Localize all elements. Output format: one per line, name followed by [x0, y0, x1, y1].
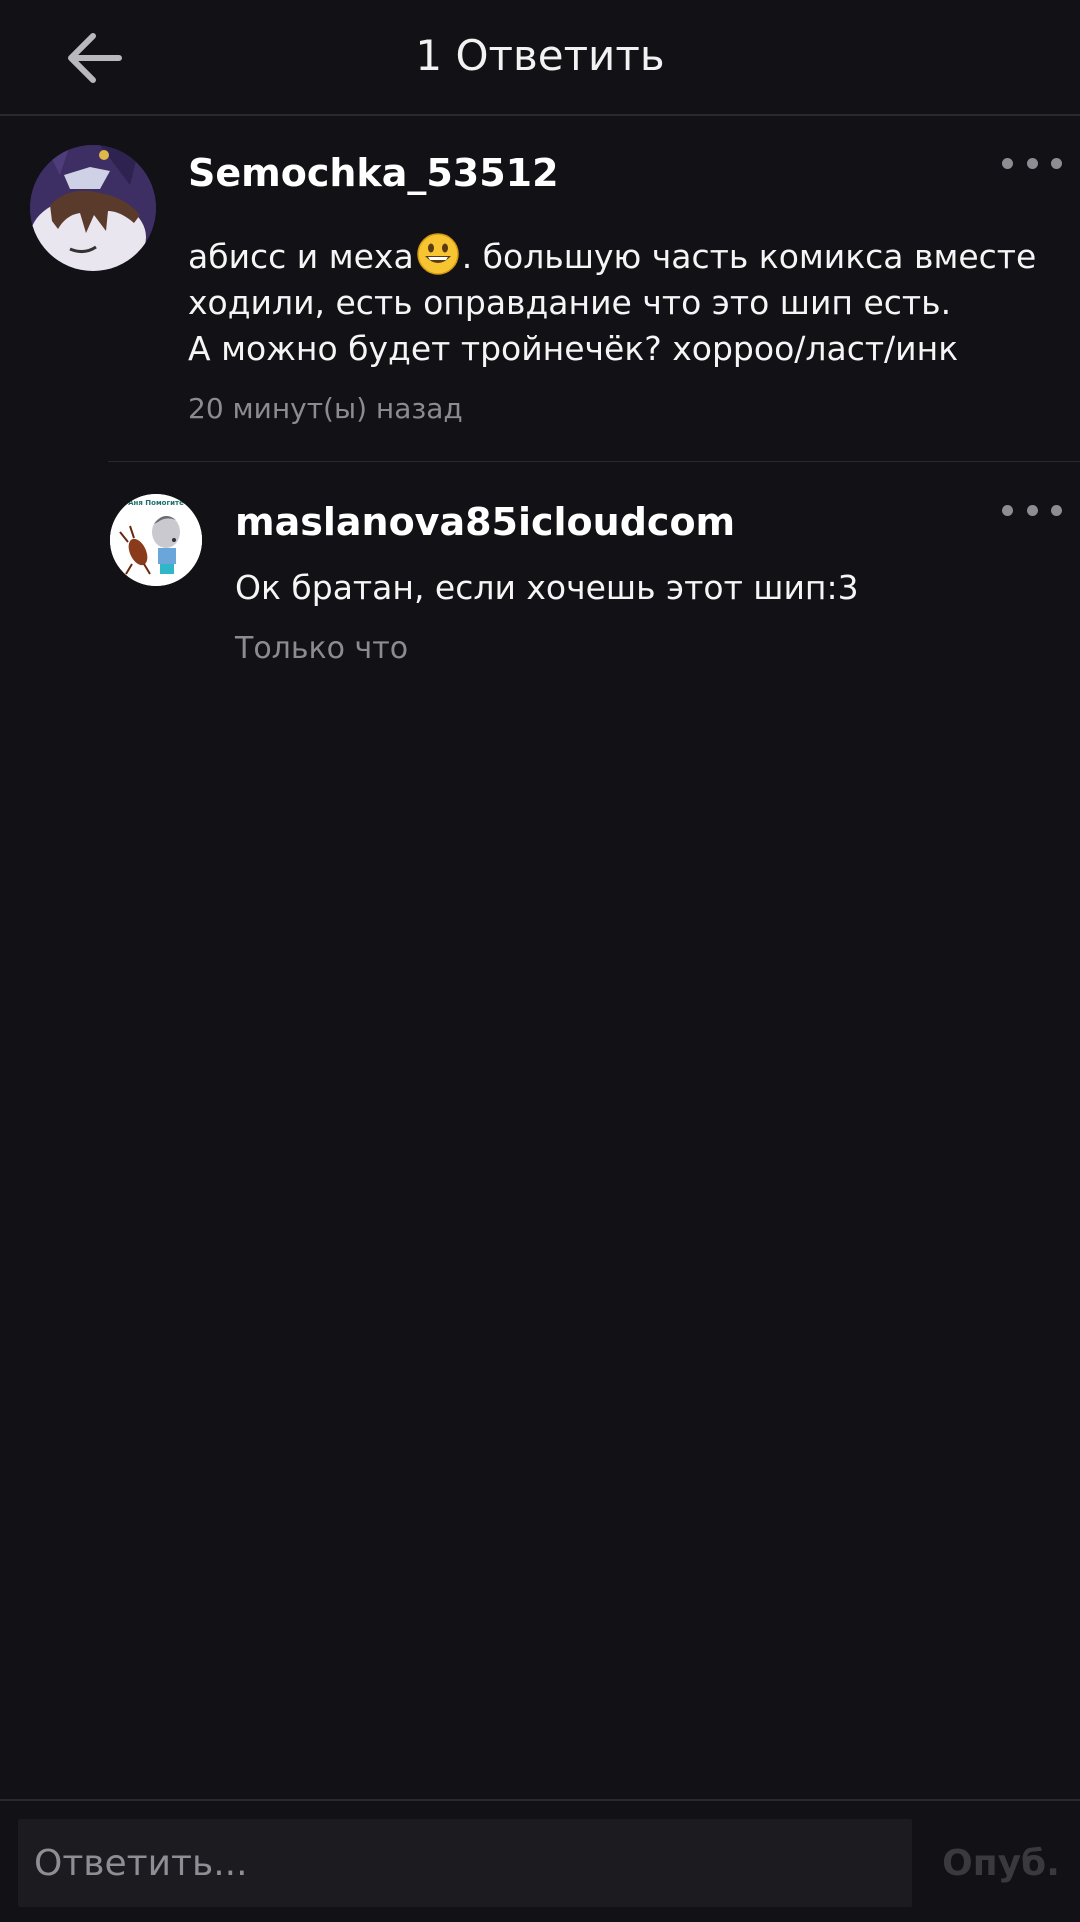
grinning-face-emoji-icon: [416, 233, 459, 275]
comment-text-line1: абисс и меха. большую часть комикса вмес…: [188, 232, 1036, 280]
reply-avatar-image: Аня Помогите: [110, 494, 202, 586]
publish-button[interactable]: Опуб.: [930, 1819, 1072, 1907]
reply-input[interactable]: [18, 1819, 912, 1907]
comment-timestamp: 20 минут(ы) назад: [188, 392, 463, 425]
parent-comment: Semochka_53512 абисс и меха. большую час…: [0, 0, 1080, 460]
comment-text: абисс и меха. большую часть комикса вмес…: [188, 232, 1036, 372]
more-dots-icon: [1002, 157, 1013, 169]
avatar-caption: Аня Помогите: [128, 499, 184, 507]
reply-timestamp: Только что: [235, 631, 409, 666]
avatar[interactable]: [30, 145, 156, 271]
reply-text: Ок братан, если хочешь этот шип:3: [235, 568, 859, 607]
comment-more-button[interactable]: [1002, 143, 1062, 183]
reply-more-button[interactable]: [1002, 490, 1062, 530]
comment-username[interactable]: Semochka_53512: [188, 148, 559, 198]
reply-username[interactable]: maslanova85icloudcom: [235, 497, 735, 547]
comment-text-line3: А можно будет тройнечёк? хорроо/ласт/инк: [188, 329, 959, 368]
more-dots-icon: [1002, 504, 1013, 516]
reply-avatar[interactable]: Аня Помогите: [110, 494, 202, 586]
avatar-image: [30, 145, 156, 271]
reply-comment: Аня Помогите maslanova85icloudcom Ок бра…: [0, 462, 1080, 682]
comment-text-line2: ходили, есть оправдание что это шип есть…: [188, 283, 952, 322]
reply-composer: Опуб.: [0, 1799, 1080, 1922]
